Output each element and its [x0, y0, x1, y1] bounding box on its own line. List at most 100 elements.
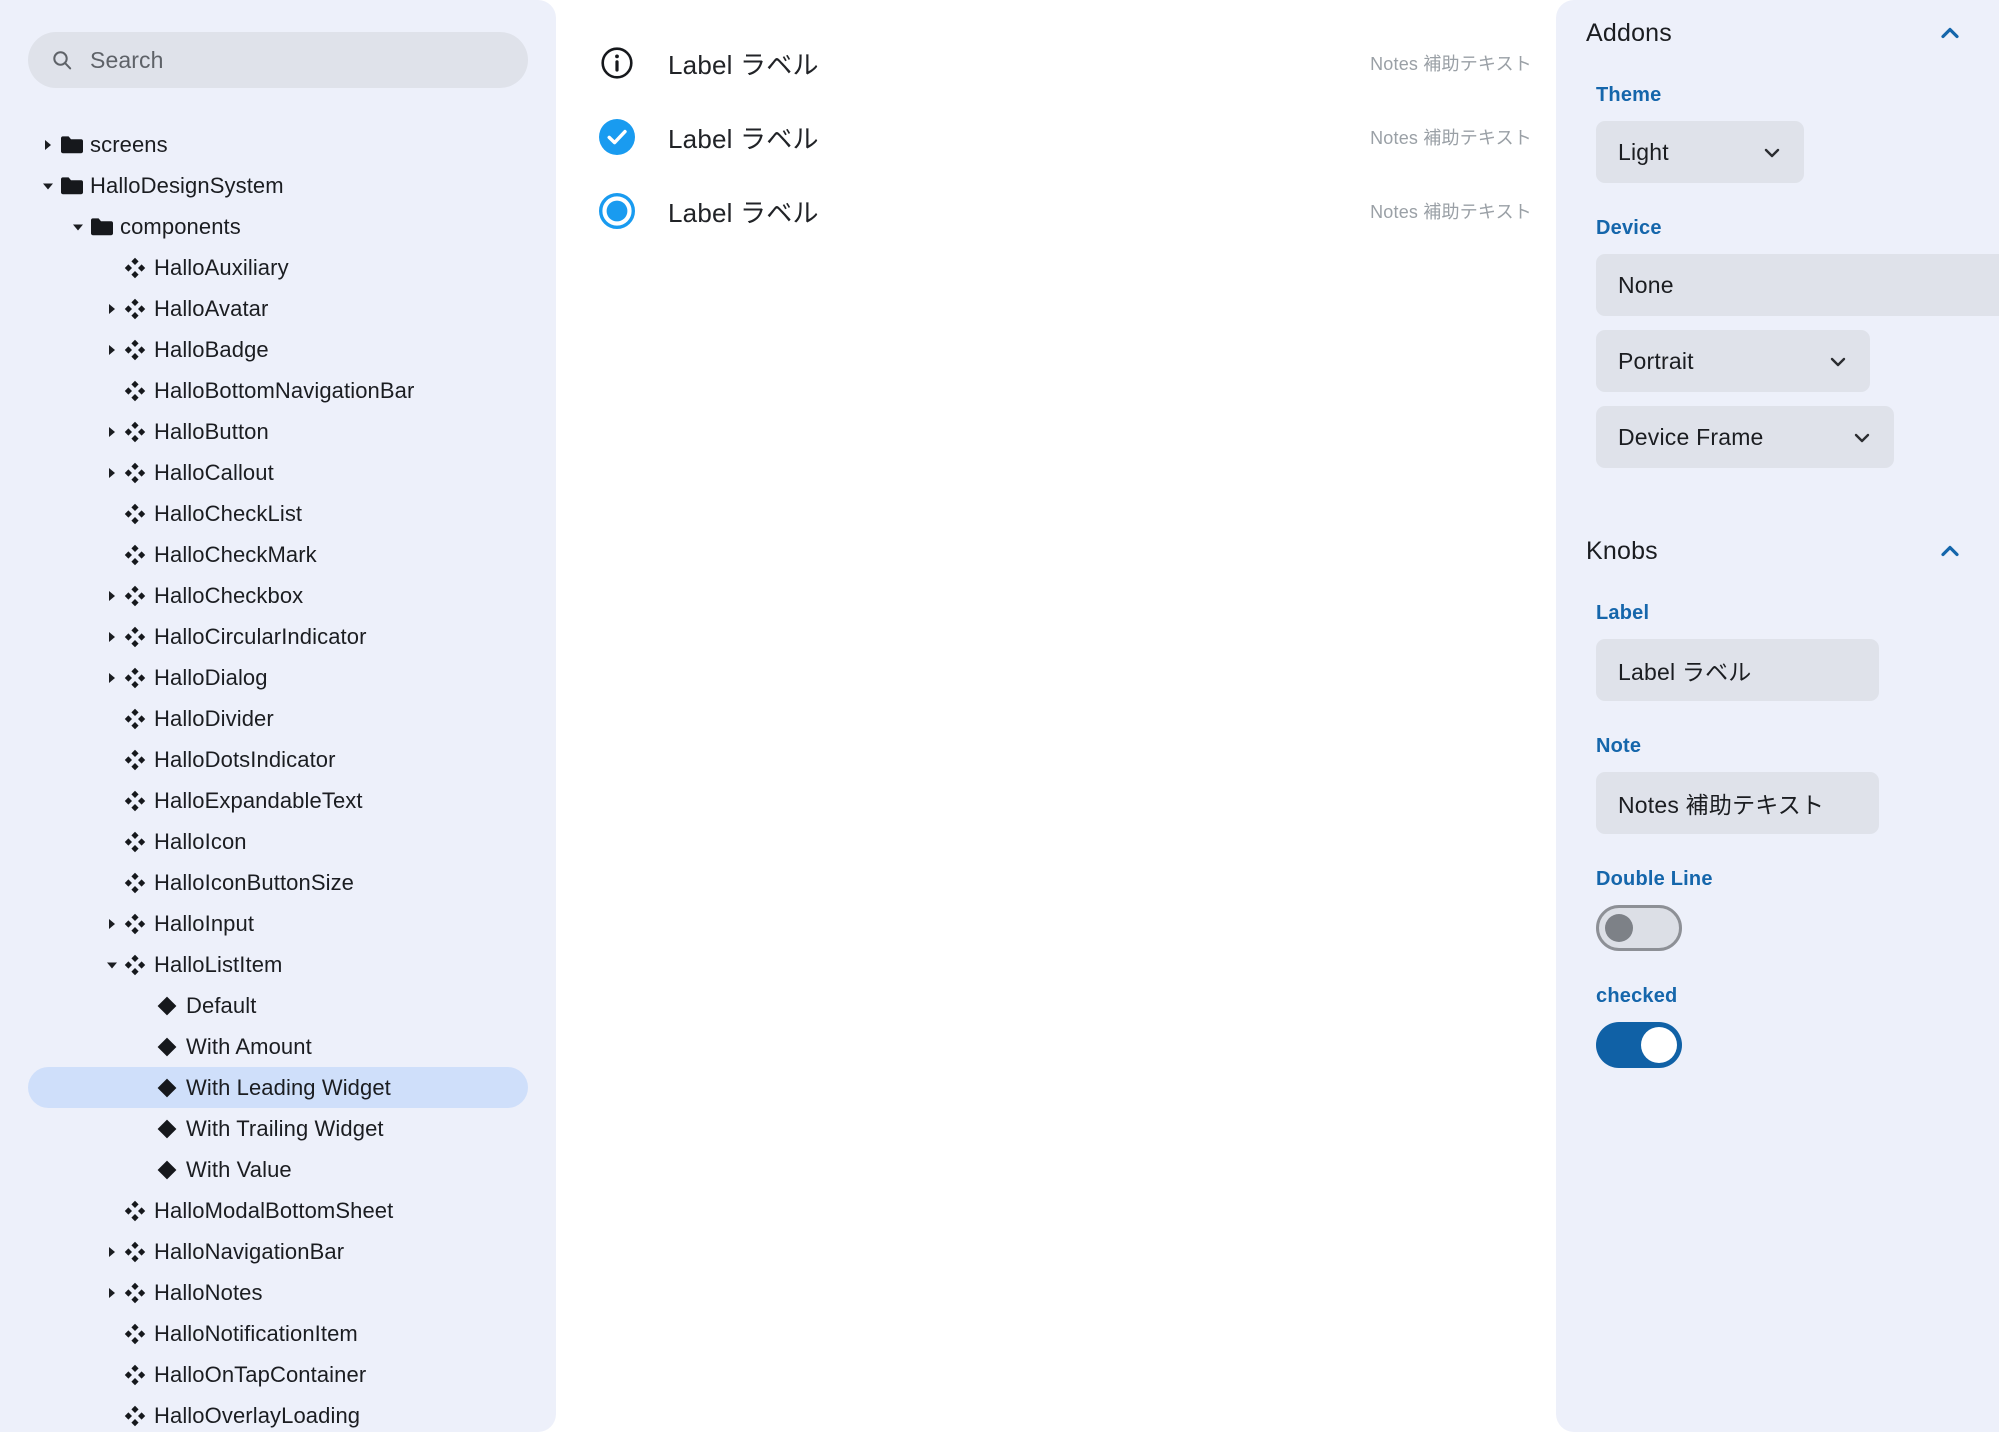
tree-item-halloinput[interactable]: HalloInput: [28, 903, 528, 944]
tree-item-halloexpandabletext[interactable]: HalloExpandableText: [28, 780, 528, 821]
chevron-down-icon[interactable]: [1826, 349, 1850, 373]
tree-item-hallodotsindicator[interactable]: HalloDotsIndicator: [28, 739, 528, 780]
tree-item-screens[interactable]: screens: [28, 124, 528, 165]
check-circle-icon: [596, 119, 638, 155]
theme-select[interactable]: Light: [1596, 121, 1804, 183]
list-item[interactable]: Label ラベル Notes 補助テキスト: [556, 100, 1556, 174]
checked-toggle[interactable]: [1596, 1022, 1682, 1068]
tree-item-label: HalloNavigationBar: [154, 1238, 345, 1264]
device-control-row: None: [1556, 240, 1999, 316]
tree-item-halloavatar[interactable]: HalloAvatar: [28, 288, 528, 329]
tree-item-with-leading-widget[interactable]: With Leading Widget: [28, 1067, 528, 1108]
component-icon: [124, 913, 154, 935]
chevron-right-icon[interactable]: [100, 466, 124, 480]
tree-item-with-amount[interactable]: With Amount: [28, 1026, 528, 1067]
tree-item-hallodivider[interactable]: HalloDivider: [28, 698, 528, 739]
search-icon: [50, 48, 74, 72]
tree-item-hallonotes[interactable]: HalloNotes: [28, 1272, 528, 1313]
chevron-down-icon[interactable]: [36, 179, 60, 193]
component-icon: [124, 954, 154, 976]
addons-title: Addons: [1586, 18, 1672, 47]
toggle-knob: [1605, 914, 1633, 942]
component-icon: [124, 298, 154, 320]
tree-item-hallocheckmark[interactable]: HalloCheckMark: [28, 534, 528, 575]
tree-item-label: HalloCheckList: [154, 500, 303, 526]
component-icon: [124, 1364, 154, 1386]
label-knob-input[interactable]: Label ラベル: [1596, 639, 1879, 701]
search-placeholder: Search: [90, 46, 164, 73]
chevron-right-icon[interactable]: [36, 138, 60, 152]
list-item[interactable]: Label ラベル Notes 補助テキスト: [556, 174, 1556, 248]
tree-item-label: HalloListItem: [154, 951, 283, 977]
tree-item-halloicon[interactable]: HalloIcon: [28, 821, 528, 862]
chevron-up-icon[interactable]: [1935, 536, 1965, 566]
chevron-right-icon[interactable]: [100, 302, 124, 316]
tree-item-with-trailing-widget[interactable]: With Trailing Widget: [28, 1108, 528, 1149]
orientation-select[interactable]: Portrait: [1596, 330, 1870, 392]
addons-section-header[interactable]: Addons: [1556, 0, 1999, 66]
component-icon: [124, 1200, 154, 1222]
list-item-label: Label ラベル: [668, 123, 819, 154]
folder-icon: [60, 135, 90, 155]
component-icon: [124, 708, 154, 730]
tree-item-label: HalloOnTapContainer: [154, 1361, 367, 1387]
tree-item-label: With Trailing Widget: [186, 1115, 384, 1141]
chevron-right-icon[interactable]: [100, 630, 124, 644]
tree-item-with-value[interactable]: With Value: [28, 1149, 528, 1190]
component-icon: [124, 831, 154, 853]
tree-item-components[interactable]: components: [28, 206, 528, 247]
chevron-up-icon[interactable]: [1935, 18, 1965, 48]
tree-item-hallonavigationbar[interactable]: HalloNavigationBar: [28, 1231, 528, 1272]
search-input[interactable]: Search: [28, 32, 528, 88]
orientation-value: Portrait: [1618, 347, 1694, 374]
tree-item-halloauxiliary[interactable]: HalloAuxiliary: [28, 247, 528, 288]
chevron-right-icon[interactable]: [100, 1245, 124, 1259]
tree-item-hallolistitem[interactable]: HalloListItem: [28, 944, 528, 985]
folder-icon: [90, 217, 120, 237]
double-line-toggle[interactable]: [1596, 905, 1682, 951]
tree-item-hallonotificationitem[interactable]: HalloNotificationItem: [28, 1313, 528, 1354]
chevron-right-icon[interactable]: [100, 343, 124, 357]
tree-item-hallodesignsystem[interactable]: HalloDesignSystem: [28, 165, 528, 206]
note-knob-input[interactable]: Notes 補助テキスト: [1596, 772, 1879, 834]
chevron-down-icon[interactable]: [66, 220, 90, 234]
chevron-right-icon[interactable]: [100, 425, 124, 439]
chevron-right-icon[interactable]: [100, 1286, 124, 1300]
chevron-right-icon[interactable]: [100, 589, 124, 603]
tree-item-hallooverlayloading[interactable]: HalloOverlayLoading: [28, 1395, 528, 1432]
tree-item-halloiconbuttonsize[interactable]: HalloIconButtonSize: [28, 862, 528, 903]
tree-item-label: With Value: [186, 1156, 292, 1182]
component-icon: [124, 462, 154, 484]
tree-item-hallomodalbottomsheet[interactable]: HalloModalBottomSheet: [28, 1190, 528, 1231]
tree-item-label: HalloNotes: [154, 1279, 263, 1305]
chevron-down-icon[interactable]: [1760, 140, 1784, 164]
tree-item-hallobutton[interactable]: HalloButton: [28, 411, 528, 452]
list-item[interactable]: Label ラベル Notes 補助テキスト: [556, 26, 1556, 100]
note-knob-label: Note: [1596, 735, 1642, 757]
chevron-right-icon[interactable]: [100, 671, 124, 685]
tree-item-hallodialog[interactable]: HalloDialog: [28, 657, 528, 698]
tree-item-hallochecklist[interactable]: HalloCheckList: [28, 493, 528, 534]
tree-item-default[interactable]: Default: [28, 985, 528, 1026]
storybook-app: Search screens HalloDesignSystem component…: [0, 0, 1999, 1432]
chevron-down-icon[interactable]: [100, 958, 124, 972]
tree-item-hallobadge[interactable]: HalloBadge: [28, 329, 528, 370]
tree-item-hallocircularindicator[interactable]: HalloCircularIndicator: [28, 616, 528, 657]
tree-item-halloontapcontainer[interactable]: HalloOnTapContainer: [28, 1354, 528, 1395]
device-frame-select[interactable]: Device Frame: [1596, 406, 1894, 468]
tree-item-label: HalloCheckbox: [154, 582, 304, 608]
chevron-down-icon[interactable]: [1850, 425, 1874, 449]
tree-item-hallocallout[interactable]: HalloCallout: [28, 452, 528, 493]
component-icon: [124, 872, 154, 894]
tree-item-hallocheckbox[interactable]: HalloCheckbox: [28, 575, 528, 616]
info-outline-icon: [596, 46, 638, 80]
label-knob-row: Label ラベル: [1556, 625, 1999, 701]
tree-item-hallobottomnavigationbar[interactable]: HalloBottomNavigationBar: [28, 370, 528, 411]
device-frame-control-row: Device Frame: [1556, 392, 1999, 468]
component-icon: [124, 421, 154, 443]
chevron-right-icon[interactable]: [100, 917, 124, 931]
tree-item-label: HalloDotsIndicator: [154, 746, 336, 772]
device-select[interactable]: None: [1596, 254, 1999, 316]
knobs-section-header[interactable]: Knobs: [1556, 518, 1999, 584]
component-icon: [124, 544, 154, 566]
